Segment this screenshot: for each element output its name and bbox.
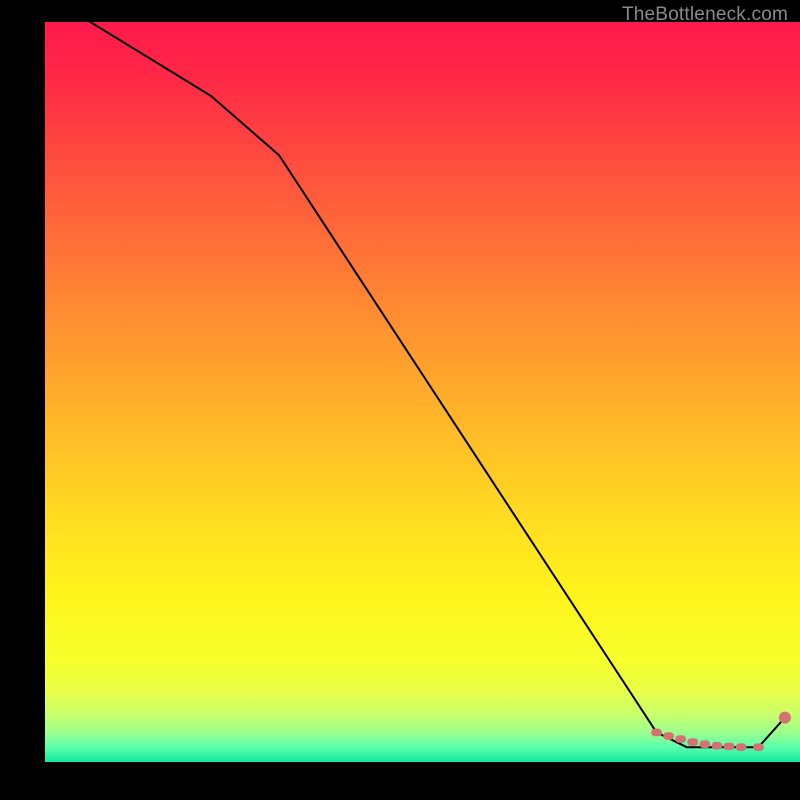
optimal-range-marker [736,743,747,751]
optimal-range-marker [663,732,674,740]
optimal-range-marker [712,742,723,750]
optimal-range-marker [651,729,662,737]
optimal-range-marker [724,743,735,751]
optimal-range-marker [675,735,686,743]
bottleneck-chart: TheBottleneck.com [0,0,800,800]
watermark-text: TheBottleneck.com [622,4,788,26]
chart-plot-area [45,22,800,762]
optimal-range-marker [753,743,764,751]
end-marker [779,712,791,724]
optimal-range-marker [687,738,698,746]
chart-svg [0,0,800,800]
optimal-range-marker [699,740,710,748]
